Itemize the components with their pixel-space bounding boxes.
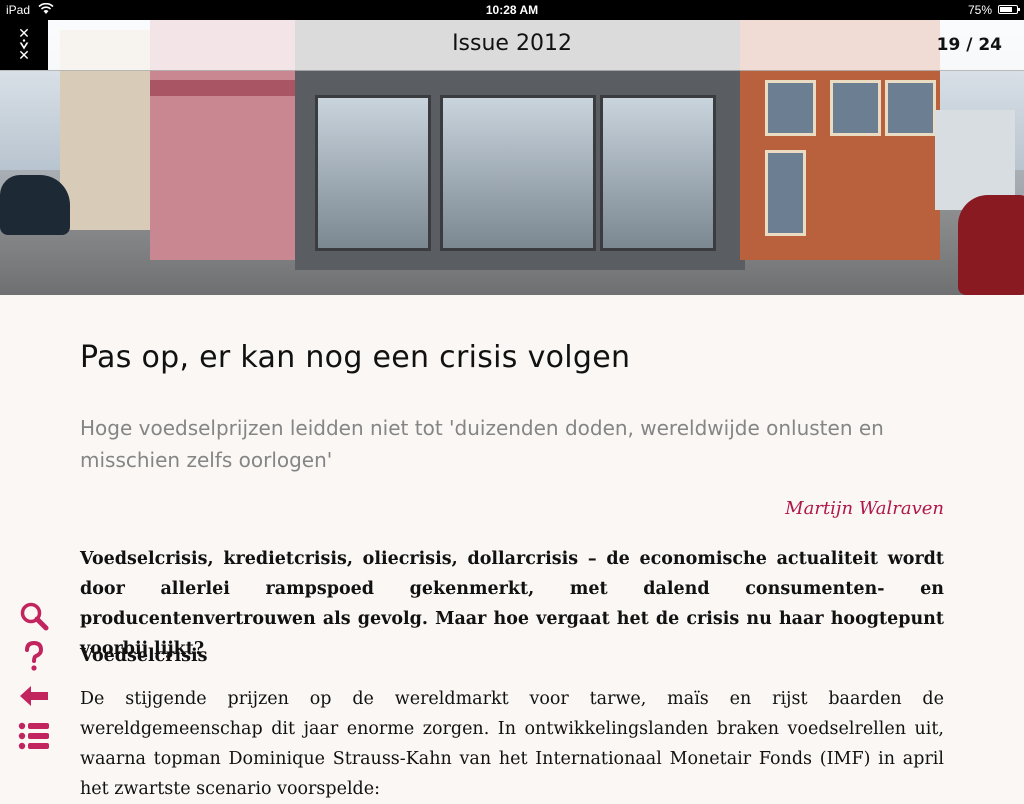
photo-window xyxy=(600,95,716,251)
back-arrow-icon xyxy=(20,686,48,706)
reader-toolbar xyxy=(16,596,52,756)
clock: 10:28 AM xyxy=(485,3,539,17)
battery-fill xyxy=(1000,7,1012,12)
photo-window xyxy=(830,80,881,136)
article-lead: Voedselcrisis, kredietcrisis, oliecrisis… xyxy=(80,549,944,659)
help-button[interactable] xyxy=(16,636,52,676)
photo-car xyxy=(0,175,70,235)
back-button[interactable] xyxy=(16,676,52,716)
article-headline: Pas op, er kan nog een crisis volgen xyxy=(80,340,631,375)
search-icon xyxy=(20,602,49,631)
page-indicator: 19 / 24 xyxy=(936,35,1002,55)
article-author[interactable]: Martijn Walraven xyxy=(785,498,944,519)
photo-car xyxy=(958,195,1024,295)
help-icon xyxy=(25,640,44,671)
article-body: De stijgende prijzen op de wereldmarkt v… xyxy=(80,689,944,799)
article: Pas op, er kan nog een crisis volgen Hog… xyxy=(80,340,944,799)
photo-awning xyxy=(150,80,300,96)
status-bar: iPad 10:28 AM 75% xyxy=(0,0,1024,20)
photo-window xyxy=(765,80,816,136)
contents-button[interactable] xyxy=(16,716,52,756)
battery-percent: 75% xyxy=(967,3,992,17)
photo-window xyxy=(315,95,431,251)
list-icon xyxy=(18,722,49,750)
issue-title: Issue 2012 xyxy=(452,31,572,56)
search-button[interactable] xyxy=(16,596,52,636)
top-bar: ✕ ⩒ ✕ Issue 2012 19 / 24 xyxy=(0,20,1024,71)
photo-window xyxy=(440,95,596,251)
section-heading: Voedselcrisis xyxy=(80,646,208,666)
photo-door xyxy=(765,150,806,236)
article-subtitle: Hoge voedselprijzen leidden niet tot 'du… xyxy=(80,416,884,472)
photo-window xyxy=(885,80,936,136)
battery-icon xyxy=(998,5,1020,14)
